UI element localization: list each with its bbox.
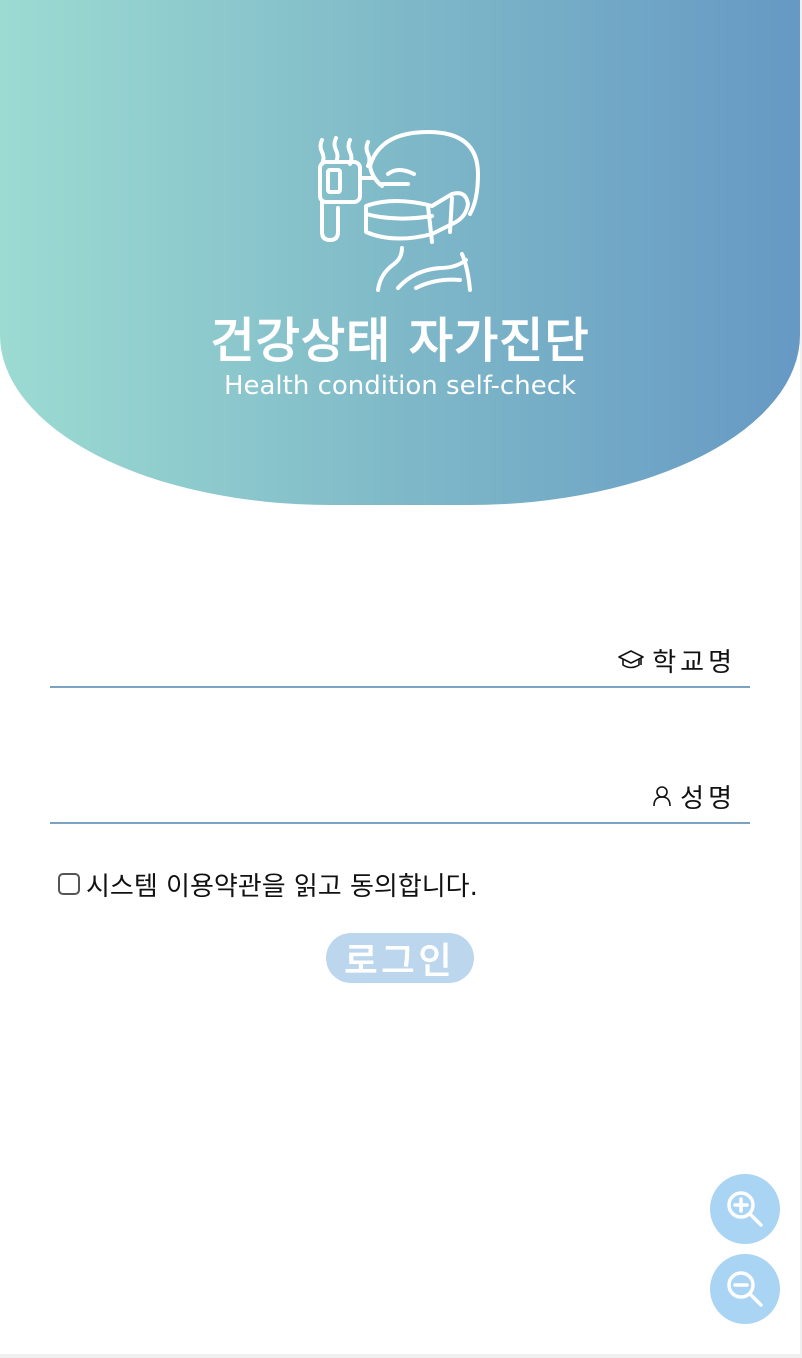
name-field-label-text: 성명: [680, 783, 736, 814]
graduation-cap-icon: [618, 650, 645, 669]
agreement-label: 시스템 이용약관을 읽고 동의합니다.: [86, 871, 478, 902]
zoom-out-icon: [727, 1271, 763, 1307]
header-banner: 건강상태 자가진단 Health condition self-check: [0, 0, 800, 505]
school-input[interactable]: [50, 636, 574, 686]
page: 건강상태 자가진단 Health condition self-check 학교…: [0, 0, 800, 1354]
user-icon: [653, 786, 671, 807]
school-field[interactable]: 학교명: [50, 636, 750, 688]
name-field-label: 성명: [652, 772, 736, 820]
agreement-row[interactable]: 시스템 이용약관을 읽고 동의합니다.: [58, 864, 478, 904]
agreement-checkbox[interactable]: [58, 873, 80, 895]
page-title: 건강상태 자가진단: [210, 313, 590, 369]
zoom-in-button[interactable]: [710, 1174, 780, 1244]
name-input[interactable]: [50, 772, 574, 822]
school-field-label-text: 학교명: [652, 647, 736, 678]
zoom-in-icon: [727, 1191, 763, 1227]
page-subtitle: Health condition self-check: [223, 371, 577, 401]
zoom-out-button[interactable]: [710, 1254, 780, 1324]
login-button[interactable]: 로그인: [326, 933, 474, 983]
masked-person-thermometer-icon: [318, 130, 480, 292]
name-field[interactable]: 성명: [50, 772, 750, 824]
school-field-label: 학교명: [618, 636, 736, 684]
